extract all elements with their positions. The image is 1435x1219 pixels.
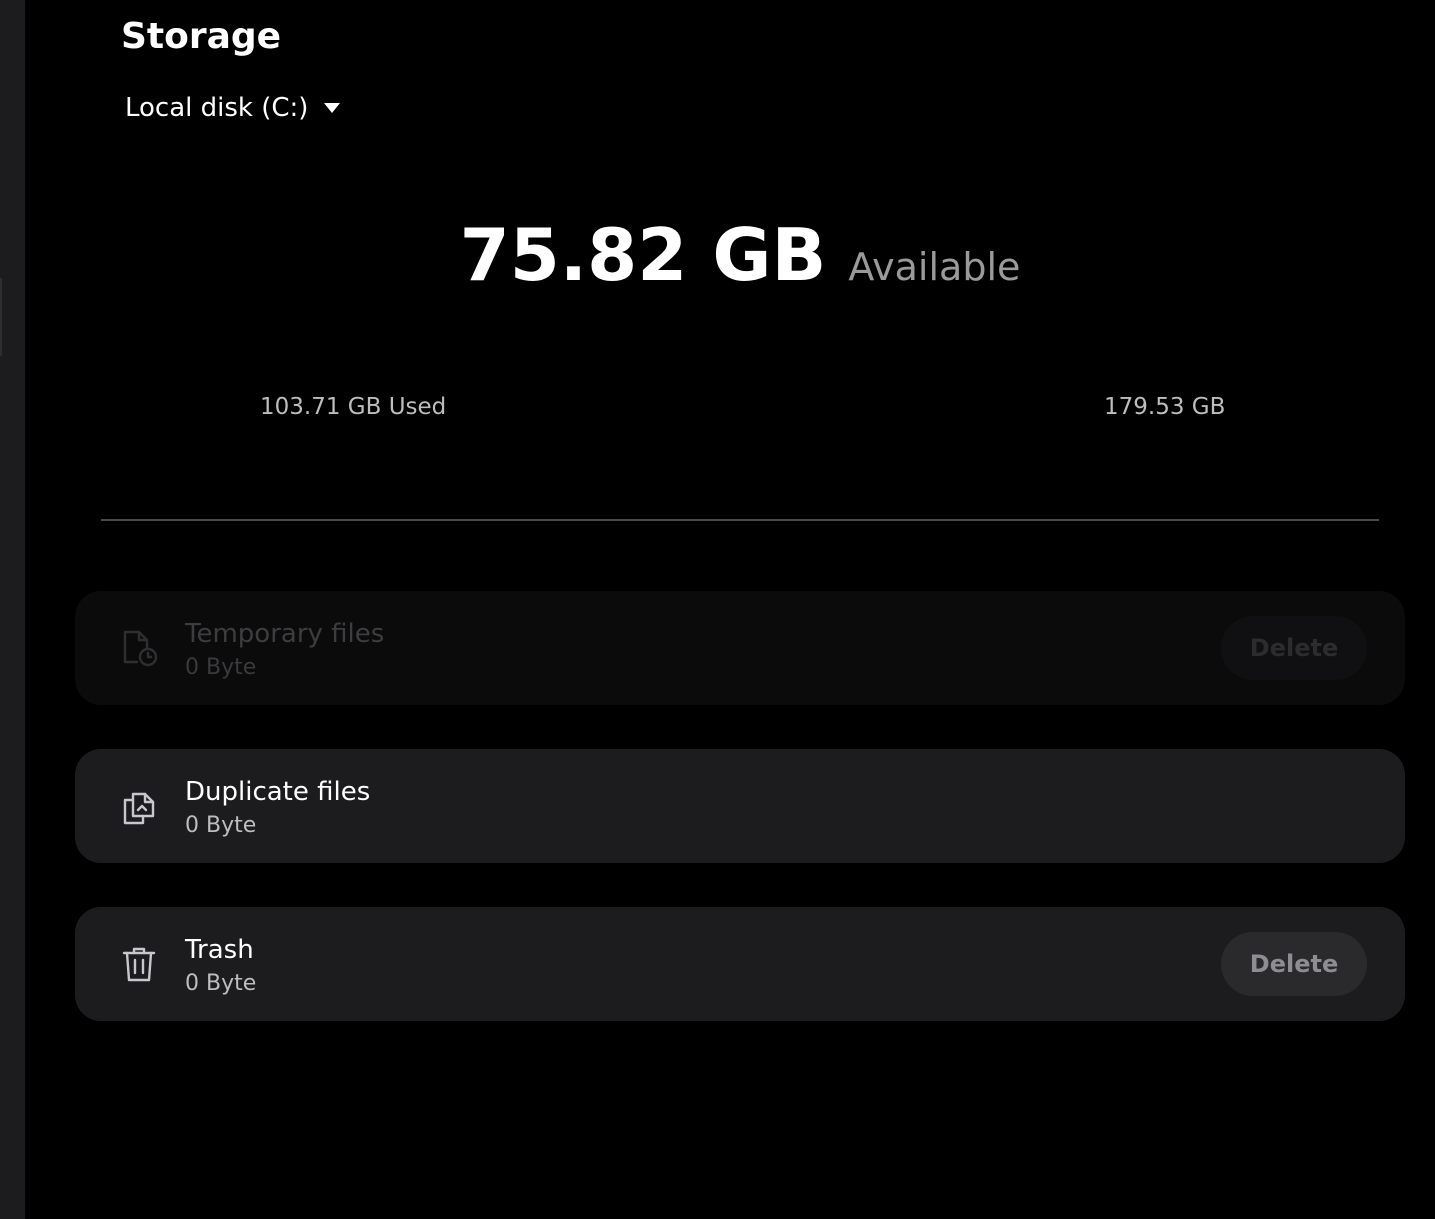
disk-selector-label: Local disk (C:) <box>125 93 309 123</box>
category-title: Temporary files <box>185 619 385 649</box>
category-size: 0 Byte <box>185 971 257 996</box>
trash-icon <box>122 947 156 982</box>
total-space-label: 179.53 GB <box>1104 394 1226 420</box>
delete-trash-button[interactable]: Delete <box>1221 932 1367 996</box>
category-card-temporary-files: Temporary files 0 Byte Delete <box>75 591 1405 705</box>
category-size: 0 Byte <box>185 813 257 838</box>
available-space: 75.82 GB Available <box>0 205 1435 305</box>
available-value: 75.82 GB <box>459 213 827 297</box>
navigation-rail <box>0 0 25 1219</box>
chevron-down-icon <box>324 103 341 113</box>
category-card-trash[interactable]: Trash 0 Byte Delete <box>75 907 1405 1021</box>
disk-selector-dropdown[interactable]: Local disk (C:) <box>125 88 341 128</box>
category-title: Duplicate files <box>185 777 371 807</box>
used-space-label: 103.71 GB Used <box>260 394 447 420</box>
category-card-duplicate-files[interactable]: Duplicate files 0 Byte <box>75 749 1405 863</box>
duplicate-files-icon <box>123 792 155 825</box>
page-title: Storage <box>121 16 282 57</box>
category-title: Trash <box>185 935 254 965</box>
delete-temporary-files-button: Delete <box>1221 616 1367 680</box>
category-size: 0 Byte <box>185 655 257 680</box>
temporary-files-icon <box>123 630 158 667</box>
available-label: Available <box>848 245 1021 289</box>
storage-usage-bar <box>101 519 1379 521</box>
